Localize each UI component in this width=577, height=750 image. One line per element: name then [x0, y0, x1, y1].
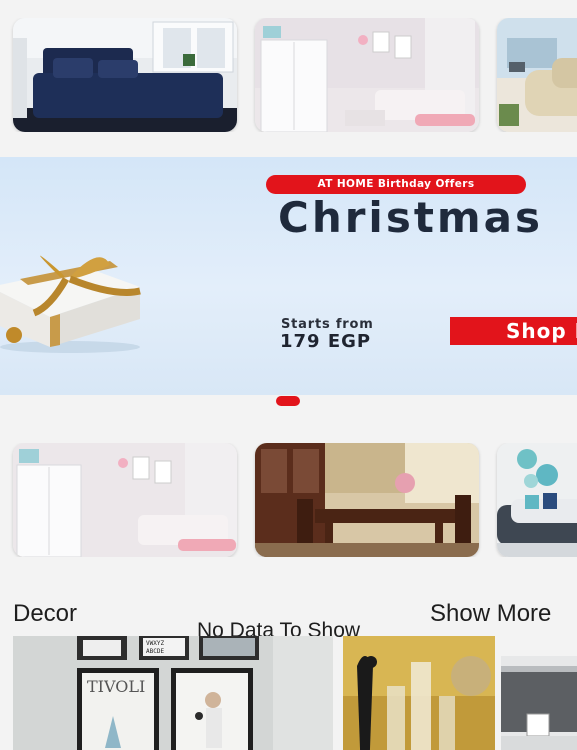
living-room-image	[497, 18, 577, 132]
bedroom-image	[13, 18, 237, 132]
crystal-vases-image	[343, 636, 495, 750]
decor-tile-shelf[interactable]	[501, 636, 577, 750]
poster-tivoli-text: TIVOLI	[87, 677, 145, 696]
banner-price: 179 EGP	[280, 331, 372, 352]
posters-image: VWXYZ ABCDE TIVOLI	[13, 636, 333, 750]
category-tile-living-room-2[interactable]	[497, 443, 577, 557]
banner-title: Christmas	[278, 193, 544, 242]
decor-tile-crystal-vases[interactable]	[343, 636, 495, 750]
banner-offer-pill: AT HOME Birthday Offers	[266, 175, 526, 194]
banner-starts-label: Starts from	[281, 317, 374, 332]
shelf-image	[501, 636, 577, 750]
poster-top-text-2: ABCDE	[146, 648, 164, 655]
category-tile-living-room[interactable]	[497, 18, 577, 132]
living-room-image	[497, 443, 577, 557]
kids-room-image	[255, 18, 479, 132]
category-carousel-top[interactable]	[0, 18, 577, 132]
shop-now-button[interactable]: Shop Now	[450, 317, 577, 345]
carousel-page-indicator[interactable]	[276, 396, 300, 406]
promo-banner[interactable]: AT HOME Birthday Offers Christmas Starts…	[0, 157, 577, 395]
category-tile-dining-room[interactable]	[255, 443, 479, 557]
dining-room-image	[255, 443, 479, 557]
decor-tile-posters[interactable]: VWXYZ ABCDE TIVOLI	[13, 636, 333, 750]
decor-carousel[interactable]: VWXYZ ABCDE TIVOLI	[0, 636, 577, 750]
show-more-link[interactable]: Show More	[430, 600, 551, 628]
category-tile-kids-room[interactable]	[255, 18, 479, 132]
category-tile-bedroom[interactable]	[13, 18, 237, 132]
kids-room-image	[13, 443, 237, 557]
poster-top-text-1: VWXYZ	[146, 640, 164, 647]
category-tile-kids-room-2[interactable]	[13, 443, 237, 557]
gift-box-icon	[0, 255, 141, 353]
section-title-decor: Decor	[13, 600, 78, 627]
category-carousel-bottom[interactable]	[0, 443, 577, 557]
